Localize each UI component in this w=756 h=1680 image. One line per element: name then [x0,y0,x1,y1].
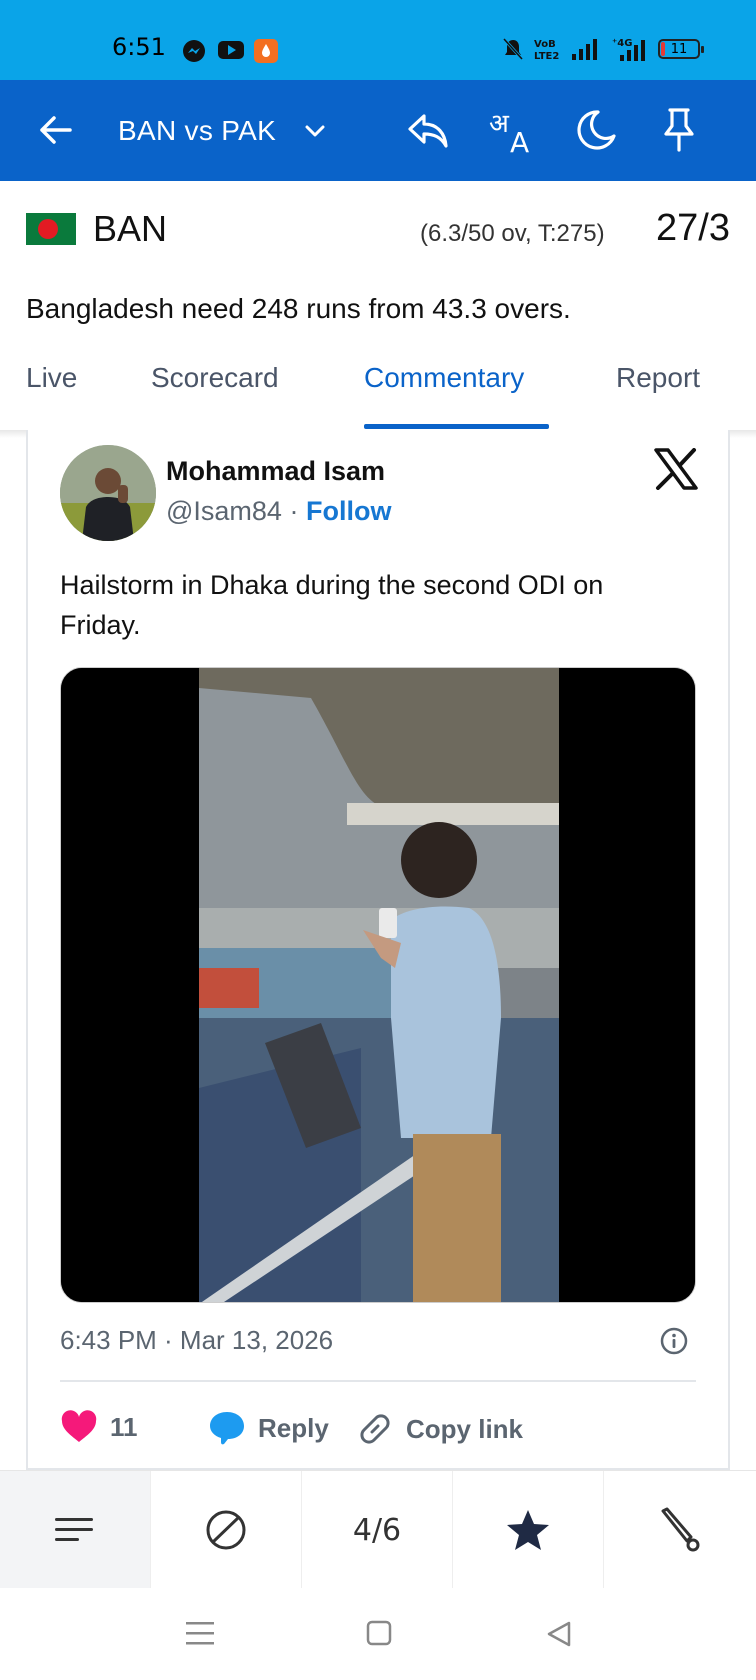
recents-icon[interactable] [186,1620,214,1646]
signal-icon [572,39,597,60]
volte-icon: VoBLTE2 [534,39,559,61]
divider [60,1380,696,1382]
messenger-icon [183,40,205,62]
svg-text:LTE2: LTE2 [534,51,559,61]
separator: · [289,496,299,526]
match-title[interactable]: BAN vs PAK [118,115,276,147]
svg-text:A: A [510,126,529,158]
team-score: 27/3 [656,207,730,249]
tweet-timestamp[interactable]: 6:43 PM · Mar 13, 2026 [60,1325,333,1356]
bottom-nav: 4/6 [0,1470,756,1589]
favorites-button[interactable] [453,1471,604,1589]
tab-scorecard[interactable]: Scorecard [151,362,279,394]
copy-link-label: Copy link [406,1413,524,1444]
home-icon[interactable] [366,1620,392,1646]
svg-text:VoB: VoB [534,39,556,50]
tab-report[interactable]: Report [616,362,700,394]
page-indicator[interactable]: 4/6 [302,1471,453,1589]
cricket-bat-icon [661,1507,699,1552]
tweet-author[interactable]: Mohammad Isam [166,456,385,487]
x-logo-icon[interactable] [654,448,698,490]
tab-live[interactable]: Live [26,362,77,394]
overs-info: (6.3/50 ov, T:275) [420,220,605,247]
battery-level: 11 [670,41,688,57]
tweet-handle-row: @Isam84 · Follow [166,496,391,527]
status-bar: 6:51 VoB LTE2 ⁺4G 11 [0,0,756,80]
info-icon[interactable] [660,1327,688,1355]
cricket-ball-icon [206,1510,246,1550]
avatar-photo [60,445,156,541]
active-tab-indicator [364,424,549,429]
reply-button[interactable]: Reply [208,1410,329,1446]
tweet-video[interactable] [60,667,696,1303]
match-situation: Bangladesh need 248 runs from 43.3 overs… [26,293,571,324]
bangladesh-flag-icon [26,213,76,245]
app-notification-icon [254,39,278,63]
menu-icon [55,1518,93,1541]
system-nav-bar [0,1588,756,1680]
link-icon [360,1414,390,1444]
follow-button[interactable]: Follow [306,496,391,526]
matches-button[interactable] [151,1471,302,1589]
status-time: 6:51 [112,33,166,61]
tab-commentary[interactable]: Commentary [364,362,524,394]
avatar[interactable] [60,445,156,541]
signal-4g-icon: ⁺4G [612,38,645,61]
like-count: 11 [110,1411,138,1442]
cricket-button[interactable] [604,1471,755,1589]
reply-icon [210,1412,244,1445]
dark-mode-icon[interactable] [574,106,618,154]
tweet-actions: 11 Reply Copy link [60,1408,700,1448]
like-button[interactable]: 11 [60,1410,138,1444]
tweet-card: Mohammad Isam @Isam84 · Follow Hailstorm… [26,430,730,1470]
translate-icon[interactable]: अA [486,106,540,158]
pin-icon[interactable] [660,106,698,154]
svg-text:⁺4G: ⁺4G [612,38,632,49]
heart-icon [61,1410,97,1442]
share-icon[interactable] [404,106,452,154]
reply-label: Reply [258,1412,329,1443]
app-bar: BAN vs PAK अA [0,80,756,181]
tab-bar: Live Scorecard Commentary Report [0,340,756,430]
video-frame [61,668,695,1302]
battery-icon: 11 [658,39,704,59]
chevron-down-icon[interactable] [302,118,328,144]
star-icon [507,1510,549,1550]
svg-text:अ: अ [489,109,510,139]
tweet-handle[interactable]: @Isam84 [166,496,282,526]
youtube-icon [218,41,244,59]
team-name: BAN [93,208,168,249]
back-icon[interactable] [546,1620,572,1648]
tweet-text: Hailstorm in Dhaka during the second ODI… [60,570,604,640]
copy-link-button[interactable]: Copy link [356,1410,523,1448]
menu-button[interactable] [0,1471,151,1589]
back-arrow-icon[interactable] [36,110,76,150]
mute-icon [502,37,524,61]
